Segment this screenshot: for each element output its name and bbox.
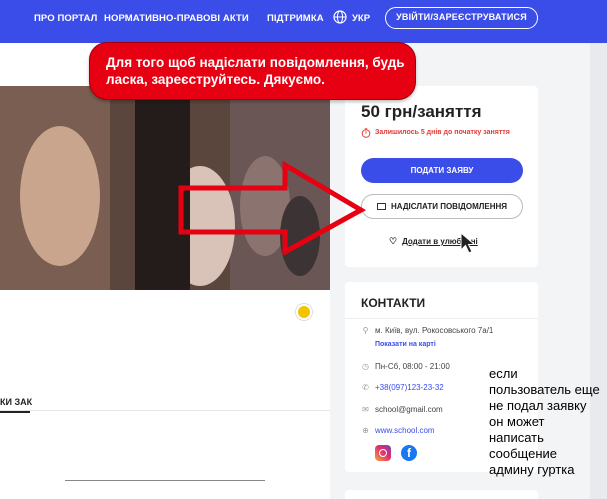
hours-text: Пн-Сб, 08:00 - 21:00 (375, 362, 450, 371)
red-arrow-annotation (178, 160, 367, 255)
nav-support-link[interactable]: ПІДТРИМКА (267, 13, 324, 24)
login-register-button[interactable]: УВІЙТИ/ЗАРЕЄСТРУВАТИСЯ (385, 7, 538, 29)
email-icon: ✉ (362, 405, 369, 414)
email-text[interactable]: school@gmail.com (375, 405, 443, 414)
top-nav: ПРО ПОРТАЛ НОРМАТИВНО-ПРАВОВІ АКТИ ПІДТР… (0, 0, 607, 43)
address-text: м. Київ, вул. Рокосовського 7а/1 (375, 326, 494, 335)
clock-icon: ◷ (362, 362, 369, 371)
register-callout: Для того щоб надіслати повідомлення, буд… (89, 42, 416, 100)
tab-divider (0, 410, 330, 411)
days-remaining-text: Залишилось 5 днів до початку заняття (375, 129, 510, 136)
tab-active-underline (0, 411, 30, 413)
phone-link[interactable]: +38(097)123-23-32 (375, 383, 444, 392)
location-pin-icon: ⚲ (362, 326, 369, 335)
envelope-icon (376, 203, 386, 210)
language-selector[interactable]: УКР (352, 13, 370, 24)
show-on-map-link[interactable]: Показати на карті (375, 341, 436, 348)
tab-label[interactable]: КИ ЗАК (0, 397, 32, 407)
apply-button[interactable]: ПОДАТИ ЗАЯВУ (361, 158, 523, 183)
cursor-icon (460, 232, 476, 254)
timer-icon (361, 128, 371, 138)
send-message-button[interactable]: НАДІСЛАТИ ПОВІДОМЛЕННЯ (361, 194, 523, 219)
content-divider (65, 480, 265, 481)
callout-text: Для того щоб надіслати повідомлення, буд… (106, 55, 405, 87)
nav-about-link[interactable]: ПРО ПОРТАЛ (34, 13, 97, 24)
website-link[interactable]: www.school.com (375, 426, 435, 435)
globe-icon[interactable] (333, 10, 347, 24)
contacts-title: КОНТАКТИ (361, 296, 426, 310)
facebook-icon[interactable]: f (401, 445, 417, 461)
price-label: 50 грн/заняття (361, 102, 482, 121)
phone-icon: ✆ (362, 383, 369, 392)
website-globe-icon: ⊕ (362, 426, 369, 435)
instagram-icon[interactable] (375, 445, 391, 461)
contacts-divider (345, 318, 538, 319)
offer-card: 50 грн/заняття Залишилось 5 днів до поча… (345, 86, 538, 267)
annotation-note: если пользователь еще не подал заявку он… (489, 366, 600, 477)
send-message-label: НАДІСЛАТИ ПОВІДОМЛЕННЯ (390, 202, 507, 211)
rating-badge (296, 304, 312, 320)
heart-icon: ♡ (389, 236, 398, 246)
nav-legal-link[interactable]: НОРМАТИВНО-ПРАВОВІ АКТИ (104, 13, 249, 24)
next-card (345, 490, 538, 499)
